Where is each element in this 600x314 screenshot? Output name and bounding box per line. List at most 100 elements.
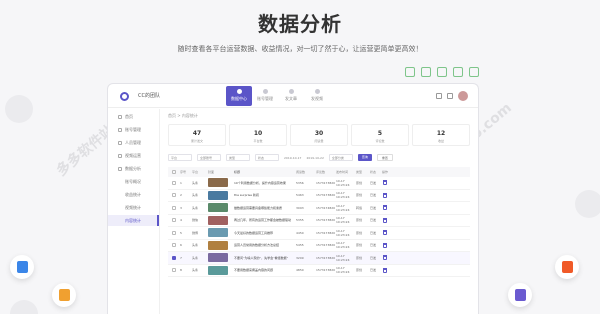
search-button[interactable]: 查询: [357, 154, 372, 161]
edit-icon[interactable]: [437, 67, 447, 77]
checkbox[interactable]: [172, 243, 176, 248]
sidebar-item-4[interactable]: 数据分析: [108, 163, 159, 174]
sidebar-item-5[interactable]: 账号概况: [108, 176, 159, 187]
delete-icon[interactable]: [383, 217, 387, 223]
checkbox[interactable]: [172, 268, 176, 273]
delete-icon[interactable]: [383, 267, 387, 273]
column-header: 评论数: [316, 170, 326, 174]
table-row[interactable]: 1 头条 10个利用数据分析，提升内容运营效果 5356 1573173820 10-17…: [168, 177, 470, 190]
cell-status: 已发: [370, 180, 377, 185]
sidebar-item-3[interactable]: 视频运营: [108, 150, 159, 161]
date-start[interactable]: 2019-10-17: [284, 156, 301, 160]
status-select[interactable]: 状态: [255, 154, 279, 161]
cell-comment: 1573173820: [316, 193, 336, 198]
date-end[interactable]: 2019-10-22: [306, 156, 323, 160]
cell-status: 已发: [370, 193, 377, 198]
column-header: 阅读数: [296, 170, 306, 174]
delete-icon[interactable]: [383, 180, 387, 186]
type-select[interactable]: 类型: [226, 154, 250, 161]
sidebar-item-2[interactable]: 人员管理: [108, 137, 159, 148]
checkbox[interactable]: [172, 170, 176, 174]
account-select[interactable]: 全部账号: [197, 154, 221, 161]
tab-nav-2[interactable]: 发文章: [278, 86, 304, 106]
table-header: 序号 平台 封面 标题 阅读数 评论数 发布时间 类型 状态 操作: [168, 167, 470, 177]
checkbox[interactable]: [172, 255, 176, 260]
stat-card: 10 平台数: [229, 124, 287, 146]
cell-plat: 头条: [192, 255, 199, 260]
sidebar-item-6[interactable]: 收益统计: [108, 189, 159, 200]
column-header: 发布时间: [336, 170, 349, 174]
cover-thumbnail: [208, 215, 228, 225]
page-title: 数据分析: [258, 12, 342, 36]
table-row[interactable]: 6 头条 运营人员常用的数据分析方法总结 5455 1573173820 10-17 10…: [168, 240, 470, 252]
category-select[interactable]: 全部分类: [328, 154, 353, 161]
reset-button[interactable]: 重置: [376, 154, 393, 161]
sidebar-item-8[interactable]: 内容统计: [108, 215, 159, 226]
cell-type: 原创: [356, 193, 363, 198]
checkbox[interactable]: [172, 193, 176, 198]
avatar[interactable]: [458, 91, 468, 101]
checkbox[interactable]: [172, 230, 176, 235]
select-all-checkbox[interactable]: [168, 170, 180, 174]
stat-card: 12 收益: [412, 124, 470, 146]
cell-time: 10-17 10:23:24: [336, 253, 350, 262]
sidebar-item-0[interactable]: 首页: [108, 111, 159, 122]
delete-icon[interactable]: [383, 192, 387, 198]
delete-icon[interactable]: [383, 242, 387, 248]
checkbox[interactable]: [172, 180, 176, 185]
notification-icon[interactable]: [447, 93, 453, 99]
content-table: 序号 平台 封面 标题 阅读数 评论数 发布时间 类型 状态 操作 1 头条 10个利用数据分析，提升…: [168, 167, 470, 277]
cell-comment: 1573173820: [316, 218, 336, 223]
row-checkbox[interactable]: [168, 205, 180, 210]
platform-select[interactable]: 平台: [168, 154, 192, 161]
org-switcher[interactable]: CC的团队: [138, 92, 160, 99]
table-row[interactable]: 5 微博 今天最好的数据运营工具推荐 4450 1573173820 10-17 10:2…: [168, 227, 470, 240]
stat-card: 30 阅读量: [290, 124, 348, 146]
stat-value: 47: [192, 130, 202, 137]
table-row[interactable]: 2 头条 the surprise 新闻 5463 1573173820 10-17 10…: [168, 190, 470, 202]
row-checkbox[interactable]: [168, 268, 180, 273]
delete-icon[interactable]: [383, 255, 387, 261]
row-checkbox[interactable]: [168, 193, 180, 198]
table-row[interactable]: 4 微信 再过几年，所有的运营工作都会被数据驱动 5355 1573173820 10-1…: [168, 215, 470, 227]
delete-icon[interactable]: [383, 205, 387, 211]
top-bar: CC的团队 数据中心 账号管理 发文章 发视频: [108, 84, 478, 108]
sidebar-item-label: 数据分析: [125, 165, 141, 171]
stat-value: 30: [314, 130, 324, 137]
message-icon[interactable]: [436, 93, 442, 99]
checkbox[interactable]: [172, 218, 176, 223]
row-checkbox[interactable]: [168, 180, 180, 185]
stat-value: 12: [436, 130, 446, 137]
row-checkbox[interactable]: [168, 218, 180, 223]
table-row[interactable]: 8 头条 不要用数据来掩盖内容的问题 4850 1573173820 10-17 10:2…: [168, 265, 470, 277]
fire-icon: [555, 255, 579, 279]
sidebar-item-label: 账号管理: [125, 126, 141, 132]
column-header: 类型: [356, 170, 363, 174]
cell-time: 10-17 10:23:24: [336, 216, 350, 225]
row-checkbox[interactable]: [168, 243, 180, 248]
table-row[interactable]: 3 头条 做数据运营需要具备哪些能力和素质 3093 1573174820 10-17 1…: [168, 202, 470, 215]
export-icon[interactable]: [453, 67, 463, 77]
cell-plat: 微博: [192, 230, 199, 235]
cell-plat: 头条: [192, 243, 199, 248]
home-icon: [118, 114, 122, 119]
tab-nav-0[interactable]: 数据中心: [226, 86, 252, 106]
tab-nav-3[interactable]: 发视频: [304, 86, 330, 106]
refresh-icon[interactable]: [405, 67, 415, 77]
cell-read: 3093: [296, 205, 304, 210]
row-checkbox[interactable]: [168, 230, 180, 235]
cell-no: 5: [180, 230, 182, 235]
checkbox[interactable]: [172, 205, 176, 210]
cell-time: 10-17 10:23:24: [336, 203, 350, 212]
row-checkbox[interactable]: [168, 255, 180, 260]
sidebar-item-7[interactable]: 视频统计: [108, 202, 159, 213]
cell-title: 不要用数据来掩盖内容的问题: [234, 268, 274, 273]
expand-icon[interactable]: [421, 67, 431, 77]
cell-plat: 微信: [192, 218, 199, 223]
table-row[interactable]: 7 头条 不要问“为啥人家的”，先学会“看懂数据” 3209 1573173820 10-…: [168, 252, 470, 265]
settings-icon[interactable]: [469, 67, 479, 77]
tab-nav-1[interactable]: 账号管理: [252, 86, 278, 106]
cell-title: 不要问“为啥人家的”，先学会“看懂数据”: [234, 255, 289, 260]
sidebar-item-1[interactable]: 账号管理: [108, 124, 159, 135]
delete-icon[interactable]: [383, 230, 387, 236]
